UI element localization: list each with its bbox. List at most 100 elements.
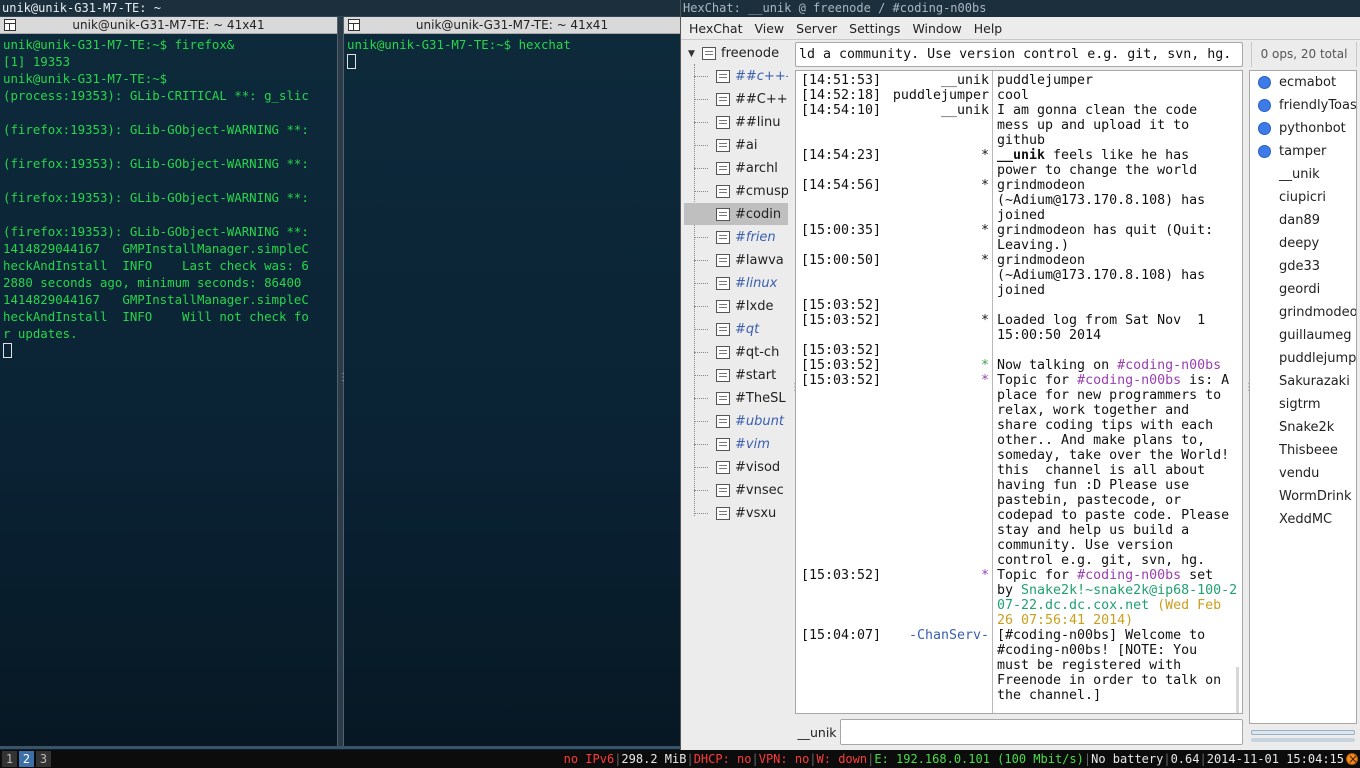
channel-item[interactable]: #linux [684,272,788,294]
channel-item[interactable]: #lxde [684,295,788,317]
chat-log[interactable]: [14:51:53] __unik puddlejumper [14:52:18] pu… [795,70,1243,714]
chat-message[interactable]: [15:03:52] * Loaded log from Sat Nov 1 15:… [796,313,1242,343]
user-list-item[interactable]: vendu [1250,462,1356,485]
menu-bar: HexChat View Server Settings Window Help [681,17,1360,40]
menu-server[interactable]: Server [790,17,843,40]
user-list-item[interactable]: Sakurazaki [1250,370,1356,393]
battery-status: No battery [1091,752,1164,766]
terminal-window-1[interactable]: unik@unik-G31-M7-TE: ~ 41x41 unik@unik-G… [0,17,337,746]
chat-message[interactable]: [14:51:53] __unik puddlejumper [796,73,1242,88]
tray-close-icon[interactable] [1346,750,1358,768]
message-nick[interactable]: __unik [886,73,989,88]
chat-message[interactable]: [14:54:23] * __unik feels like he has powe… [796,148,1242,178]
terminal-1-titlebar[interactable]: unik@unik-G31-M7-TE: ~ 41x41 [0,17,337,34]
user-list-item[interactable]: ecmabot [1250,71,1356,94]
menu-window[interactable]: Window [906,17,967,40]
channel-item[interactable]: #codin [684,203,788,225]
channel-item[interactable]: #lawva [684,249,788,271]
channel-label: #linux [735,275,778,291]
channel-item[interactable]: ##linu [684,111,788,133]
user-name: guillaumeg [1279,328,1352,343]
menu-view[interactable]: View [748,17,790,40]
channel-item[interactable]: #vnsec [684,479,788,501]
channel-item[interactable]: #qt [684,318,788,340]
message-nick[interactable]: * [886,223,989,238]
terminal-2-titlebar[interactable]: unik@unik-G31-M7-TE: ~ 41x41 [344,17,680,34]
channel-item[interactable]: #vim [684,433,788,455]
split-handle[interactable] [337,17,348,746]
terminal-window-2[interactable]: unik@unik-G31-M7-TE: ~ 41x41 unik@unik-G… [344,17,680,746]
menu-hexchat[interactable]: HexChat [683,17,748,40]
message-nick[interactable]: * [886,148,989,163]
chat-message[interactable]: [15:00:35] * grindmodeon has quit (Quit: L… [796,223,1242,253]
channel-item[interactable]: #vsxu [684,502,788,524]
channel-item[interactable]: #visod [684,456,788,478]
message-nick[interactable]: * [886,178,989,193]
network-freenode[interactable]: freenode [684,42,788,64]
terminal-1-output[interactable]: unik@unik-G31-M7-TE:~$ firefox& [1] 19353… [0,34,337,361]
wireless-status: W: down [816,752,868,766]
user-list-item[interactable]: Snake2k [1250,416,1356,439]
workspace-2[interactable]: 2 [19,751,34,767]
user-list-item[interactable]: __unik [1250,163,1356,186]
user-list-item[interactable]: puddlejumper [1250,347,1356,370]
chat-message[interactable]: [15:03:52] * Topic for #coding-n00bs is: A… [796,373,1242,568]
message-nick[interactable]: * [886,358,989,373]
menu-settings[interactable]: Settings [843,17,906,40]
message-nick[interactable]: __unik [886,103,989,118]
message-nick[interactable]: -ChanServ- [886,628,989,643]
user-list-item[interactable]: pythonbot [1250,117,1356,140]
chat-message[interactable]: [14:52:18] puddlejumper cool [796,88,1242,103]
user-list-item[interactable]: sigtrm [1250,393,1356,416]
nick-button[interactable]: __unik [795,722,839,744]
chat-message[interactable]: [15:03:52] * Now talking on #coding-n00bs [796,358,1242,373]
user-list-item[interactable]: Thisbeee [1250,439,1356,462]
workspace-3[interactable]: 3 [36,751,51,767]
user-list-item[interactable]: dan89 [1250,209,1356,232]
chat-message[interactable]: [15:04:07] -ChanServ- [#coding-n00bs] Welc… [796,628,1242,703]
chat-message[interactable]: [14:54:10] __unik I am gonna clean the cod… [796,103,1242,148]
user-list-item[interactable]: guillaumeg [1250,324,1356,347]
message-nick[interactable]: * [886,313,989,328]
topic-bar[interactable]: ld a community. Use version control e.g.… [795,42,1243,67]
channel-item[interactable]: #archl [684,157,788,179]
message-input[interactable] [840,719,1243,745]
message-text: grindmodeon has quit (Quit: Leaving.) [997,223,1214,253]
chat-message[interactable]: [15:03:52] [796,343,1242,358]
message-nick[interactable]: * [886,253,989,268]
channel-item[interactable]: #TheSL [684,387,788,409]
user-list-item[interactable]: tamper [1250,140,1356,163]
user-list-item[interactable]: XeddMC [1250,508,1356,531]
scrollbar-track[interactable] [1251,730,1355,735]
scrollbar-track[interactable] [1251,738,1355,742]
user-list-scrollbar[interactable] [1249,728,1357,744]
workspace-1[interactable]: 1 [2,751,17,767]
channel-label: #visod [735,459,781,475]
channel-item[interactable]: #frien [684,226,788,248]
user-list-item[interactable]: ciupicri [1250,186,1356,209]
user-name: ciupicri [1279,190,1326,205]
menu-help[interactable]: Help [968,17,1009,40]
message-nick[interactable]: * [886,373,989,388]
user-list-item[interactable]: friendlyToaster [1250,94,1356,117]
user-list-item[interactable]: deepy [1250,232,1356,255]
channel-item[interactable]: #cmusp [684,180,788,202]
chat-message[interactable]: [15:03:52] * Topic for #coding-n00bs set b… [796,568,1242,628]
channel-item[interactable]: ##C++- [684,88,788,110]
channel-item[interactable]: ##c++- [684,65,788,87]
channel-icon [716,161,730,175]
message-nick[interactable]: puddlejumper [886,88,989,103]
chat-message[interactable]: [14:54:56] * grindmodeon (~Adium@173.170.8… [796,178,1242,223]
terminal-2-output[interactable]: unik@unik-G31-M7-TE:~$ hexchat [344,34,680,72]
user-list-item[interactable]: geordi [1250,278,1356,301]
chat-message[interactable]: [15:03:52] [796,298,1242,313]
channel-item[interactable]: #qt-ch [684,341,788,363]
user-list-item[interactable]: WormDrink [1250,485,1356,508]
message-nick[interactable]: * [886,568,989,583]
channel-item[interactable]: #start [684,364,788,386]
channel-item[interactable]: #ai [684,134,788,156]
chat-message[interactable]: [15:00:50] * grindmodeon (~Adium@173.170.8… [796,253,1242,298]
user-list-item[interactable]: grindmodeon [1250,301,1356,324]
user-list-item[interactable]: gde33 [1250,255,1356,278]
channel-item[interactable]: #ubunt [684,410,788,432]
